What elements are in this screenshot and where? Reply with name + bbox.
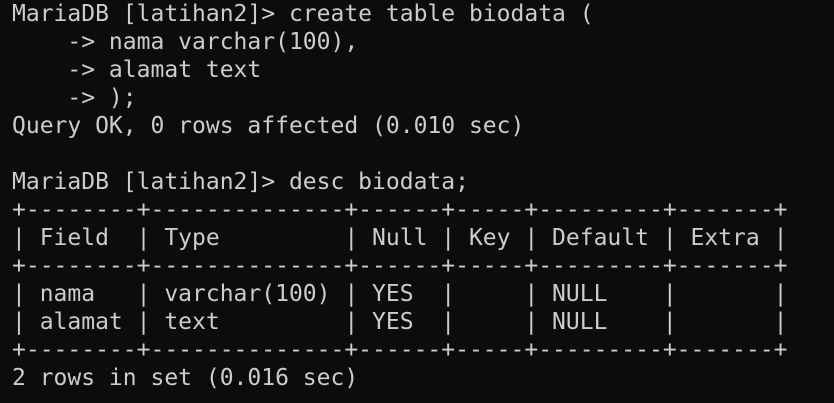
table-border: +--------+--------------+------+-----+--… (12, 197, 788, 223)
query-result-status: Query OK, 0 rows affected (0.010 sec) (12, 113, 525, 139)
prompt-create-table: MariaDB [latihan2]> create table biodata… (12, 1, 594, 27)
table-border: +--------+--------------+------+-----+--… (12, 253, 788, 279)
prompt-desc-table: MariaDB [latihan2]> desc biodata; (12, 169, 469, 195)
table-border: +--------+--------------+------+-----+--… (12, 337, 788, 363)
rows-in-set-status: 2 rows in set (0.016 sec) (12, 365, 359, 391)
table-row: | alamat | text | YES | | NULL | | (12, 309, 788, 335)
table-row: | nama | varchar(100) | YES | | NULL | | (12, 281, 788, 307)
terminal-window[interactable]: MariaDB [latihan2]> create table biodata… (0, 0, 834, 403)
continuation-line: -> nama varchar(100), (12, 29, 359, 55)
continuation-line: -> alamat text (12, 57, 262, 83)
table-header-row: | Field | Type | Null | Key | Default | … (12, 225, 788, 251)
continuation-line: -> ); (12, 85, 137, 111)
